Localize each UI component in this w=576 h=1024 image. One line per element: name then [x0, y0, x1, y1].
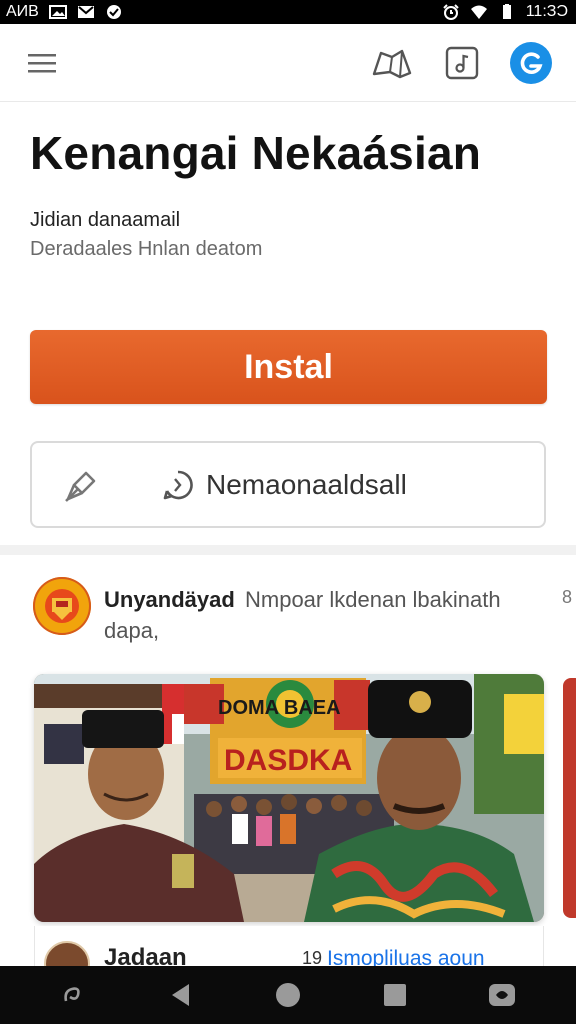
recent-apps-icon	[384, 984, 407, 1006]
alarm-icon	[442, 4, 460, 20]
recent-apps-button[interactable]	[377, 977, 413, 1013]
secondary-button-label: Nemaonaaldsall	[206, 469, 407, 500]
post-text-continued: dapa,	[104, 618, 160, 643]
status-left: AИB	[6, 3, 123, 21]
post-photo[interactable]: DOMA BAEA DASDKA	[34, 674, 544, 922]
shield-icon	[105, 5, 123, 19]
status-bar: AИB 11:ЗƆ	[0, 0, 576, 24]
squiggle-icon	[63, 987, 80, 1002]
app-actions	[370, 41, 552, 85]
banner-text-bottom: DASDKA	[224, 744, 352, 777]
section-divider	[0, 545, 576, 555]
app-developer: Jidian danaamail	[30, 209, 181, 231]
hamburger-icon	[28, 53, 56, 72]
wifi-icon	[470, 5, 488, 19]
account-g-icon	[520, 51, 543, 74]
photo-illustration: DOMA BAEA DASDKA	[34, 674, 544, 922]
post-avatar[interactable]	[33, 577, 91, 635]
home-button[interactable]	[270, 977, 306, 1013]
image-icon	[48, 5, 67, 19]
emblem-icon	[45, 589, 79, 623]
secondary-button[interactable]: Nemaonaaldsall	[30, 441, 546, 528]
app-title: Kenangai Nekaásian	[30, 127, 482, 179]
battery-icon	[498, 4, 516, 19]
gesture-button[interactable]	[56, 977, 92, 1013]
back-button[interactable]	[163, 977, 199, 1013]
home-icon	[275, 983, 300, 1007]
install-button[interactable]: Instal	[30, 330, 547, 404]
next-photo-peek[interactable]	[563, 678, 576, 918]
post-text: Nmpoar lkdenan lbakinath	[245, 587, 501, 612]
share-icon	[163, 470, 193, 500]
assistant-icon	[489, 984, 516, 1006]
assistant-button[interactable]	[484, 977, 520, 1013]
status-right: 11:ЗƆ	[442, 3, 568, 21]
navigation-bar	[0, 966, 576, 1024]
menu-button[interactable]	[24, 45, 60, 81]
mail-icon	[77, 5, 95, 19]
app-bar	[0, 24, 576, 102]
carrier-label: AИB	[6, 3, 39, 20]
app-subtitle: Deradaales Hnlan deatom	[30, 238, 263, 260]
map-icon	[372, 49, 412, 78]
map-button[interactable]	[370, 41, 414, 85]
back-icon	[171, 984, 189, 1006]
account-button[interactable]	[510, 41, 552, 84]
post-more: 8	[562, 587, 573, 607]
clock: 11:ЗƆ	[525, 3, 568, 20]
banner-text-top: DOMA BAEA	[218, 697, 341, 719]
music-note-icon	[445, 46, 479, 79]
pin-icon	[65, 471, 96, 502]
music-button[interactable]	[440, 41, 484, 85]
post-author[interactable]: Unyandäyad	[104, 587, 235, 613]
